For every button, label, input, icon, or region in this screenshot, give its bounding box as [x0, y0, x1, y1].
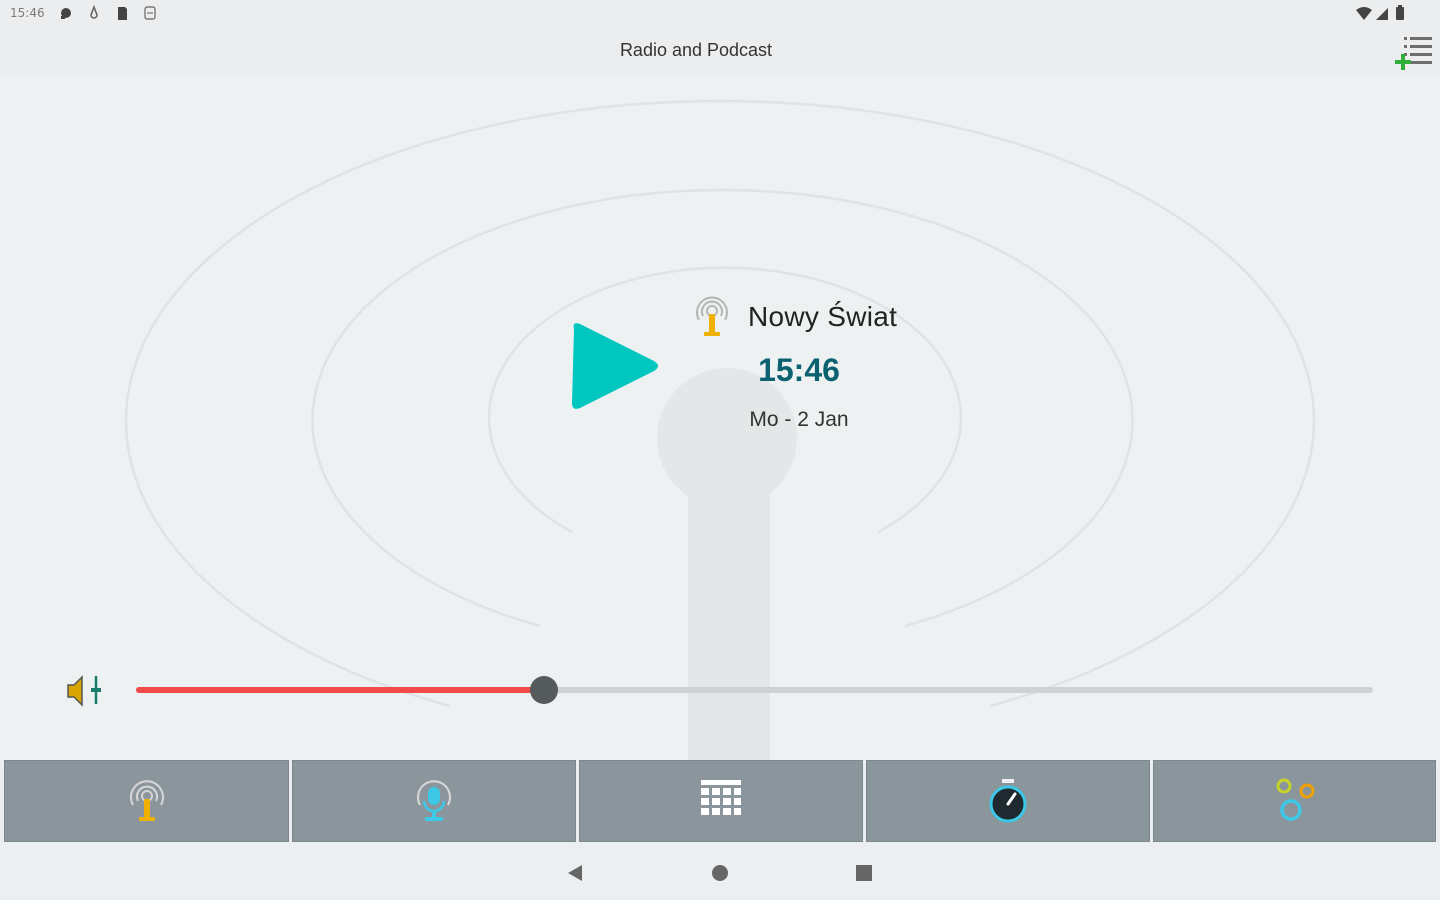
back-icon[interactable] [564, 862, 586, 884]
status-time: 15:46 [10, 6, 45, 20]
volume-icon[interactable] [64, 672, 106, 710]
storage-icon [142, 4, 158, 22]
clock: 15:46 [758, 352, 840, 388]
radio-tower-icon [696, 296, 728, 336]
circles-icon [1276, 778, 1314, 821]
recents-icon[interactable] [853, 862, 875, 884]
home-icon[interactable] [709, 862, 731, 884]
drop-icon [86, 4, 102, 22]
tab-radio[interactable] [4, 760, 289, 842]
notification-icon [58, 4, 74, 22]
volume-slider[interactable] [136, 676, 1373, 704]
stopwatch-icon [989, 779, 1027, 823]
volume-thumb[interactable] [530, 676, 559, 704]
play-button[interactable] [566, 319, 662, 415]
status-right-icons [1354, 4, 1414, 27]
player-area: Nowy Świat 15:46 Mo - 2 Jan [0, 76, 1440, 760]
station-row: Nowy Świat [690, 294, 897, 340]
play-icon [572, 323, 658, 409]
volume-fill [136, 687, 545, 693]
sd-card-icon [114, 4, 130, 22]
date: Mo - 2 Jan [749, 408, 849, 431]
grid-icon [701, 780, 741, 815]
radio-tower-icon [129, 780, 164, 821]
bottom-tabs [0, 760, 1440, 844]
wifi-icon [1356, 7, 1372, 20]
app-title: Radio and Podcast [619, 40, 773, 60]
battery-icon [1396, 5, 1404, 20]
station-name: Nowy Świat [748, 301, 898, 332]
tab-timer[interactable] [866, 760, 1150, 842]
signal-icon [1376, 8, 1388, 20]
podcast-microphone-icon [416, 780, 452, 821]
tab-podcast[interactable] [292, 760, 576, 842]
tab-settings[interactable] [1153, 760, 1436, 842]
system-nav-bar [0, 844, 1440, 900]
add-to-list-icon[interactable] [1394, 34, 1436, 74]
status-bar: 15:46 [0, 0, 1440, 28]
tab-grid[interactable] [579, 760, 863, 842]
app-bar: Radio and Podcast [0, 28, 1440, 76]
